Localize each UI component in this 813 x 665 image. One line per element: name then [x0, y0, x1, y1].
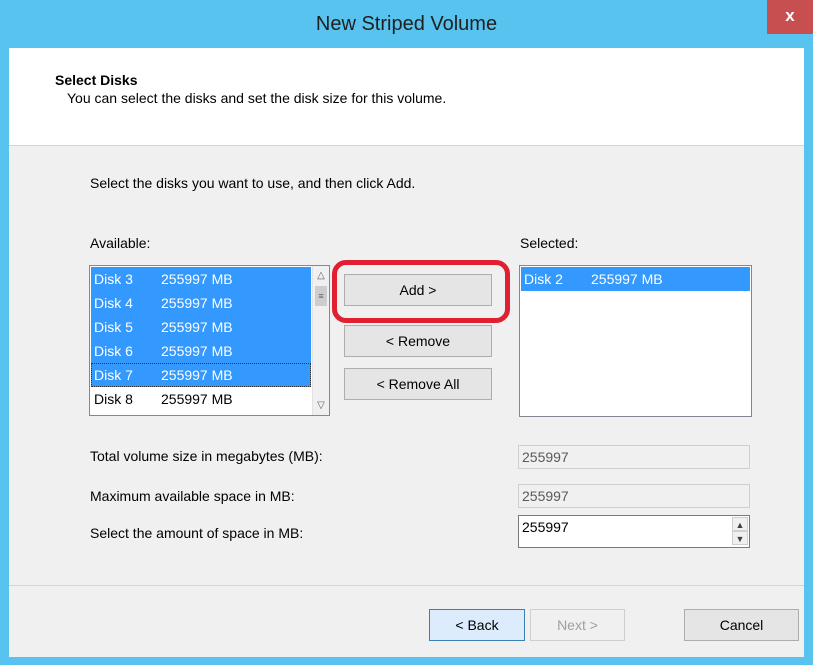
selected-disks-list[interactable]: Disk 2 255997 MB — [519, 265, 752, 417]
close-button[interactable]: x — [767, 0, 813, 34]
dialog-body: Select Disks You can select the disks an… — [9, 48, 804, 657]
disk-list-item[interactable]: Disk 3 255997 MB — [91, 267, 311, 291]
title-bar: New Striped Volume x — [0, 0, 813, 48]
selected-label: Selected: — [520, 235, 579, 251]
disk-list-item[interactable]: Disk 2 255997 MB — [521, 267, 750, 291]
wizard-header: Select Disks You can select the disks an… — [9, 48, 804, 146]
disk-list-item[interactable]: Disk 4 255997 MB — [91, 291, 311, 315]
scroll-up-icon[interactable]: △ — [313, 267, 329, 284]
scroll-down-icon[interactable]: ▽ — [313, 397, 329, 414]
page-title: Select Disks — [55, 72, 138, 88]
page-subtitle: You can select the disks and set the dis… — [67, 90, 447, 106]
scroll-thumb[interactable]: ≡ — [315, 286, 327, 306]
disk-size: 255997 MB — [161, 319, 233, 335]
footer-divider — [9, 585, 804, 586]
disk-size: 255997 MB — [591, 271, 663, 287]
remove-all-button[interactable]: < Remove All — [344, 368, 492, 400]
window-title: New Striped Volume — [315, 13, 498, 35]
instruction-text: Select the disks you want to use, and th… — [90, 175, 416, 191]
back-button[interactable]: < Back — [429, 609, 525, 641]
remove-button[interactable]: < Remove — [344, 325, 492, 357]
disk-name: Disk 6 — [94, 343, 133, 359]
amount-space-spinner[interactable]: 255997 ▲ ▼ — [518, 515, 750, 548]
disk-list-item[interactable]: Disk 7 255997 MB — [91, 363, 311, 387]
disk-name: Disk 7 — [94, 367, 133, 383]
disk-size: 255997 MB — [161, 271, 233, 287]
available-label: Available: — [90, 235, 151, 251]
next-button: Next > — [530, 609, 625, 641]
spin-up-icon[interactable]: ▲ — [732, 517, 748, 531]
cancel-button[interactable]: Cancel — [684, 609, 799, 641]
disk-name: Disk 8 — [94, 391, 133, 407]
disk-list-item[interactable]: Disk 6 255997 MB — [91, 339, 311, 363]
disk-list-item[interactable]: Disk 8 255997 MB — [91, 387, 311, 411]
available-disks-list[interactable]: Disk 3 255997 MB Disk 4 255997 MB Disk 5 2559… — [89, 265, 330, 416]
disk-name: Disk 5 — [94, 319, 133, 335]
disk-list-item[interactable]: Disk 5 255997 MB — [91, 315, 311, 339]
disk-name: Disk 2 — [524, 271, 563, 287]
disk-name: Disk 4 — [94, 295, 133, 311]
total-size-field: 255997 — [518, 445, 750, 469]
dialog-window: New Striped Volume x Select Disks You ca… — [0, 0, 813, 665]
spinner-buttons[interactable]: ▲ ▼ — [732, 517, 748, 546]
disk-size: 255997 MB — [161, 367, 233, 383]
available-list-scrollbar[interactable]: △ ≡ ▽ — [312, 266, 329, 415]
disk-size: 255997 MB — [161, 295, 233, 311]
disk-name: Disk 3 — [94, 271, 133, 287]
disk-size: 255997 MB — [161, 343, 233, 359]
spin-down-icon[interactable]: ▼ — [732, 531, 748, 545]
max-space-label: Maximum available space in MB: — [90, 488, 295, 504]
add-button-highlight — [332, 260, 510, 323]
disk-size: 255997 MB — [161, 391, 233, 407]
amount-space-value[interactable]: 255997 — [522, 519, 569, 535]
max-space-field: 255997 — [518, 484, 750, 508]
total-size-label: Total volume size in megabytes (MB): — [90, 448, 323, 464]
amount-space-label: Select the amount of space in MB: — [90, 525, 304, 541]
